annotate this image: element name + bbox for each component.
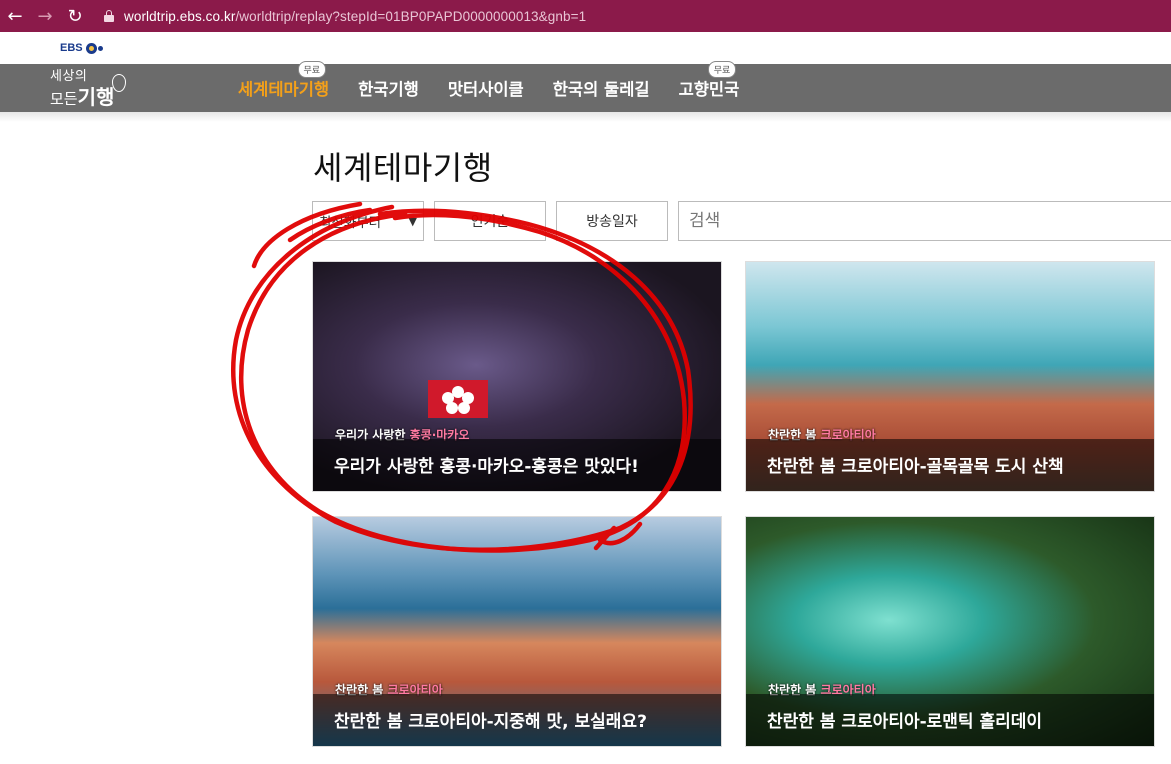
menu-item-korea-trip[interactable]: 한국기행	[358, 76, 419, 100]
page-title: 세계테마기행	[313, 149, 493, 187]
menu-item-dulle-trail[interactable]: 한국의 둘레길	[553, 76, 650, 100]
map-pin-icon	[112, 74, 126, 92]
date-sort-button[interactable]: 방송일자	[556, 201, 668, 241]
ebs-logo[interactable]: EBS	[60, 42, 103, 54]
logo-line2a: 모든	[50, 90, 78, 108]
logo-line2: 모든기행	[50, 87, 114, 107]
reload-icon[interactable]: ↻	[60, 0, 90, 32]
url-host: worldtrip.ebs.co.kr	[124, 8, 236, 24]
card-caption: 찬란한 봄 크로아티아-골목골목 도시 산책	[767, 457, 1064, 477]
episode-card[interactable]: 찬란한 봄 크로아티아 찬란한 봄 크로아티아-골목골목 도시 산책	[745, 261, 1155, 492]
card-caption: 찬란한 봄 크로아티아-지중해 맛, 보실래요?	[334, 712, 647, 732]
menu-label: 고향민국	[678, 80, 740, 99]
sort-select-value: 최신화부터	[319, 215, 382, 231]
episode-card[interactable]: 찬란한 봄 크로아티아 찬란한 봄 크로아티아-로맨틱 홀리데이	[745, 516, 1155, 747]
filter-bar: 최신화부터 ▼ 인기순 방송일자	[312, 201, 1171, 241]
browser-toolbar: ← → ↻ worldtrip.ebs.co.kr/worldtrip/repl…	[0, 0, 1171, 32]
menu-label: 세계테마기행	[238, 80, 330, 99]
menu-label: 맛터사이클	[447, 80, 524, 99]
lock-icon	[104, 10, 114, 22]
ebs-logo-text: EBS	[60, 42, 83, 54]
episode-card[interactable]: 찬란한 봄 크로아티아 찬란한 봄 크로아티아-지중해 맛, 보실래요?	[312, 516, 722, 747]
chevron-down-icon: ▼	[408, 214, 417, 228]
nav-shadow	[0, 112, 1171, 122]
url-path: /worldtrip/replay?stepId=01BP0PAPD000000…	[235, 8, 587, 24]
arrow-right-icon[interactable]: →	[30, 0, 60, 32]
logo-line1: 세상의	[50, 69, 88, 84]
menu-item-hometown[interactable]: 고향민국 무료	[678, 61, 740, 100]
menu-label: 한국기행	[358, 80, 419, 99]
free-badge: 무료	[297, 61, 327, 78]
card-caption: 우리가 사랑한 홍콩·마카오-홍콩은 맛있다!	[334, 457, 639, 477]
card-caption: 찬란한 봄 크로아티아-로맨틱 홀리데이	[767, 712, 1043, 732]
site-logo[interactable]: 세상의 모든기행	[50, 69, 126, 107]
main-menu: 세계테마기행 무료 한국기행 맛터사이클 한국의 둘레길 고향민국 무료	[238, 61, 768, 112]
menu-item-motorcycle[interactable]: 맛터사이클	[448, 76, 524, 100]
search-input[interactable]	[678, 201, 1171, 241]
menu-label: 한국의 둘레길	[552, 80, 650, 99]
sort-select[interactable]: 최신화부터 ▼	[312, 201, 424, 241]
free-badge: 무료	[707, 61, 737, 78]
bauhinia-icon	[428, 380, 488, 418]
ebs-logo-icon	[85, 42, 103, 54]
arrow-left-icon[interactable]: ←	[0, 0, 30, 32]
address-bar[interactable]: worldtrip.ebs.co.kr/worldtrip/replay?ste…	[104, 9, 586, 24]
menu-item-world-theme[interactable]: 세계테마기행 무료	[238, 61, 330, 100]
logo-line2b: 기행	[77, 85, 115, 109]
site-nav: 세상의 모든기행 세계테마기행 무료 한국기행 맛터사이클 한국의 둘레길 고향…	[0, 61, 1171, 112]
ebs-strip: EBS	[0, 32, 1171, 64]
popular-sort-button[interactable]: 인기순	[434, 201, 546, 241]
episode-card[interactable]: 우리가 사랑한 홍콩·마카오 우리가 사랑한 홍콩·마카오-홍콩은 맛있다!	[312, 261, 722, 492]
